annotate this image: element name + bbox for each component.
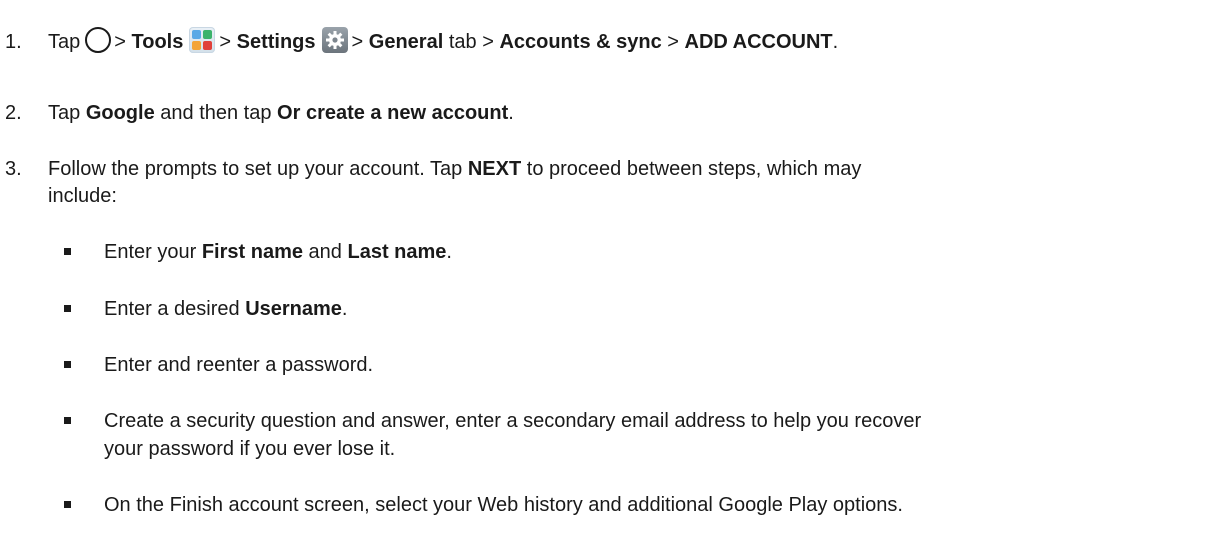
settings-gear-icon <box>321 26 348 53</box>
settings-label: Settings <box>236 31 316 53</box>
add-account-label: ADD ACCOUNT <box>684 31 833 53</box>
bullet-square-icon <box>64 305 71 312</box>
tools-label: Tools <box>131 31 184 53</box>
tools-folder-icon <box>189 26 216 53</box>
step-number: 3. <box>5 158 22 180</box>
bullet-square-icon <box>64 361 71 368</box>
first-name-label: First name <box>201 241 303 263</box>
bullet-square-icon <box>64 417 71 424</box>
step-text: Tap Google and then tap Or create a new … <box>48 102 514 124</box>
accounts-sync-label: Accounts & sync <box>499 31 662 53</box>
step-text: Tap > Tools > Settings > General tab > Acco… <box>48 26 838 56</box>
home-circle-icon <box>85 26 112 53</box>
google-label: Google <box>85 102 155 124</box>
next-label: NEXT <box>467 158 522 180</box>
last-name-label: Last name <box>347 241 447 263</box>
general-label: General <box>368 31 444 53</box>
bullet-square-icon <box>64 248 71 255</box>
create-account-label: Or create a new account <box>277 102 509 124</box>
username-label: Username <box>245 298 342 320</box>
step-number: 2. <box>5 102 22 124</box>
step-number: 1. <box>5 31 22 53</box>
step-text: Follow the prompts to set up your accoun… <box>48 158 862 180</box>
bullet-square-icon <box>64 501 71 508</box>
